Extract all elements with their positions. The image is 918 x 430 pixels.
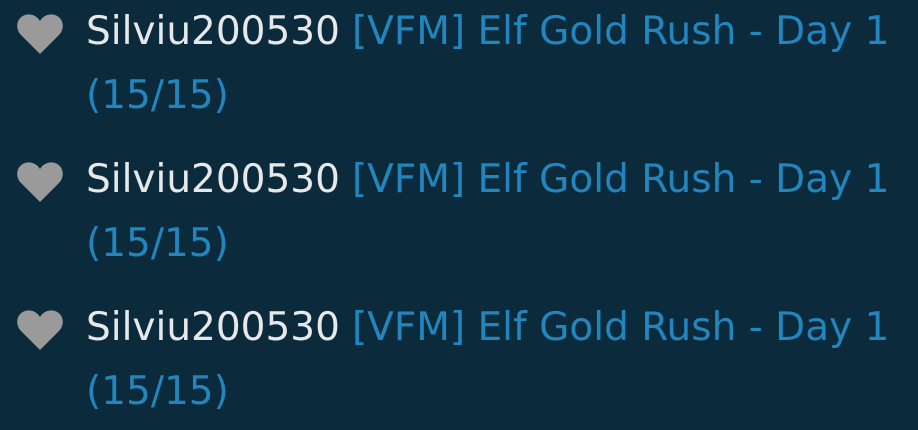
feed-item-text: Silviu200530 [VFM] Elf Gold Rush - Day 1 [86, 302, 889, 354]
heart-icon[interactable] [16, 12, 64, 56]
feed-item-text-continued: (15/15) [86, 366, 229, 418]
feed-item-text-continued: (15/15) [86, 218, 229, 270]
quest-progress-link[interactable]: (15/15) [86, 369, 229, 414]
feed-item: Silviu200530 [VFM] Elf Gold Rush - Day 1 … [0, 0, 918, 130]
heart-icon[interactable] [16, 160, 64, 204]
feed-item-text: Silviu200530 [VFM] Elf Gold Rush - Day 1 [86, 6, 889, 58]
feed-item: Silviu200530 [VFM] Elf Gold Rush - Day 1 … [0, 296, 918, 426]
feed-item: Silviu200530 [VFM] Elf Gold Rush - Day 1 … [0, 148, 918, 278]
feed-item-text-continued: (15/15) [86, 70, 229, 122]
quest-progress-link[interactable]: (15/15) [86, 221, 229, 266]
feed-item-text: Silviu200530 [VFM] Elf Gold Rush - Day 1 [86, 154, 889, 206]
quest-title-link[interactable]: [VFM] Elf Gold Rush - Day 1 [352, 157, 889, 202]
username-link[interactable]: Silviu200530 [86, 157, 340, 202]
username-link[interactable]: Silviu200530 [86, 9, 340, 54]
quest-progress-link[interactable]: (15/15) [86, 73, 229, 118]
quest-title-link[interactable]: [VFM] Elf Gold Rush - Day 1 [352, 9, 889, 54]
heart-icon[interactable] [16, 308, 64, 352]
quest-title-link[interactable]: [VFM] Elf Gold Rush - Day 1 [352, 305, 889, 350]
activity-feed: Silviu200530 [VFM] Elf Gold Rush - Day 1 … [0, 0, 918, 430]
username-link[interactable]: Silviu200530 [86, 305, 340, 350]
